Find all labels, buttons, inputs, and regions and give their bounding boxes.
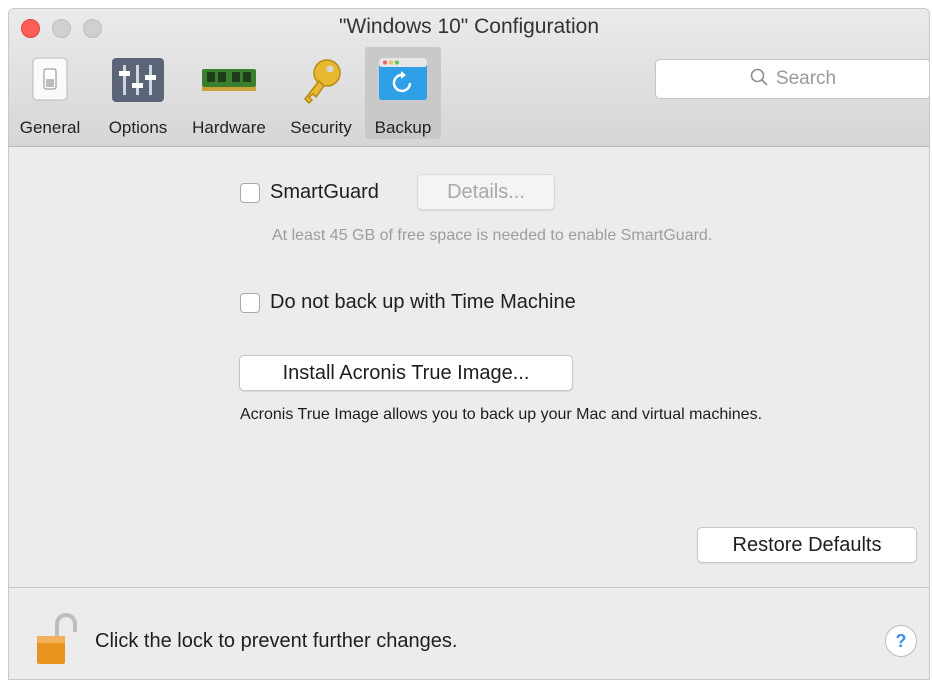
restore-defaults-button[interactable]: Restore Defaults [697,527,917,563]
search-placeholder: Search [775,68,837,89]
tab-hardware[interactable]: Hardware [181,47,277,139]
tab-options[interactable]: Options [99,47,177,139]
search-icon [750,68,768,91]
tab-general-label: General [19,118,81,137]
smartguard-checkbox[interactable] [240,183,260,203]
tab-backup[interactable]: Backup [365,47,441,139]
tab-options-label: Options [108,118,168,137]
footer: Click the lock to prevent further change… [9,588,929,679]
lock-message: Click the lock to prevent further change… [95,630,458,652]
tab-hardware-label: Hardware [192,118,266,137]
backup-pane: SmartGuard Details... At least 45 GB of … [9,147,929,589]
install-acronis-button[interactable]: Install Acronis True Image... [239,355,573,391]
smartguard-label[interactable]: SmartGuard [270,181,379,204]
tab-security[interactable]: Security [281,47,361,139]
time-machine-label[interactable]: Do not back up with Time Machine [270,291,576,314]
backup-restore-icon [378,57,428,106]
help-button[interactable]: ? [885,625,917,657]
tab-backup-label: Backup [374,118,432,137]
configuration-window: "Windows 10" Configuration General Optio… [8,8,930,680]
general-switch-icon [32,57,68,106]
window-title: "Windows 10" Configuration [338,15,600,38]
hardware-memory-icon [201,67,257,98]
title-bar: "Windows 10" Configuration General Optio… [9,9,929,147]
lock-icon[interactable] [35,612,79,675]
security-key-icon [299,57,343,110]
time-machine-checkbox[interactable] [240,293,260,313]
options-sliders-icon [111,57,165,108]
details-button[interactable]: Details... [417,174,555,210]
acronis-note: Acronis True Image allows you to back up… [240,406,763,423]
search-field[interactable]: Search [655,59,929,99]
tab-security-label: Security [290,118,352,137]
tab-general[interactable]: General [9,47,91,139]
smartguard-note: At least 45 GB of free space is needed t… [272,227,713,244]
